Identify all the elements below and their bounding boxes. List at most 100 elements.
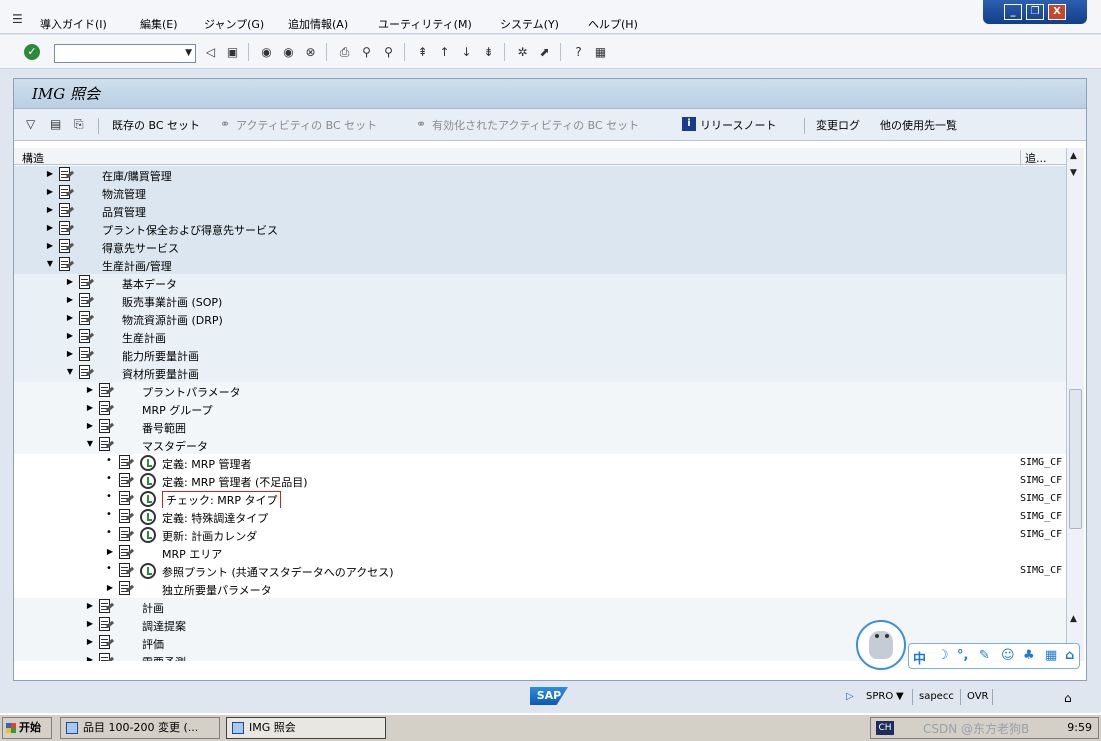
document-icon[interactable]: [58, 221, 75, 237]
tree-node-label[interactable]: 番号範囲: [142, 420, 186, 436]
execute-clock-icon[interactable]: [140, 473, 156, 489]
layout-menu-icon[interactable]: ▦: [592, 44, 609, 61]
tree-node-label[interactable]: 調達提案: [142, 618, 186, 634]
collapse-triangle-icon[interactable]: ▼: [46, 259, 54, 268]
ime-avatar[interactable]: [856, 620, 906, 670]
menu-help[interactable]: ヘルプ(H): [588, 16, 638, 32]
change-log-button[interactable]: 変更ログ: [816, 117, 860, 133]
tree-node[interactable]: ▼ マスタデータ: [14, 436, 1066, 454]
expand-triangle-icon[interactable]: ▶: [86, 385, 94, 394]
document-icon[interactable]: [98, 635, 115, 651]
close-button[interactable]: X: [1048, 4, 1066, 20]
document-icon[interactable]: [78, 311, 95, 327]
next-page-icon[interactable]: ↓: [458, 44, 475, 61]
expand-triangle-icon[interactable]: ▶: [106, 547, 114, 556]
tree-node-label[interactable]: 計画: [142, 600, 164, 616]
tree-node[interactable]: ▶ 基本データ: [14, 274, 1066, 292]
document-icon[interactable]: [78, 329, 95, 345]
lock-icon[interactable]: ⌂: [1065, 648, 1074, 663]
tree-node-label[interactable]: 資材所要量計画: [122, 366, 199, 382]
start-button[interactable]: 开始: [2, 717, 52, 739]
find-icon[interactable]: ⚲: [358, 44, 375, 61]
document-icon[interactable]: [98, 617, 115, 633]
menu-list-icon[interactable]: ☰: [12, 12, 23, 26]
chevron-down-icon[interactable]: ▼: [896, 691, 904, 702]
first-page-icon[interactable]: ⇞: [414, 44, 431, 61]
scroll-down-icon[interactable]: ▼: [1070, 168, 1077, 178]
tree-node[interactable]: ▶ 独立所要量パラメータ: [14, 580, 1066, 598]
cancel-icon[interactable]: ⊗: [302, 44, 319, 61]
punctuation-icon[interactable]: °,: [957, 648, 968, 663]
document-icon[interactable]: [58, 185, 75, 201]
tree-node-label[interactable]: MRP エリア: [162, 546, 222, 562]
expand-triangle-icon[interactable]: ▶: [86, 403, 94, 412]
document-icon[interactable]: [78, 347, 95, 363]
tree-node-label[interactable]: 販売事業計画 (SOP): [122, 294, 222, 310]
execute-clock-icon[interactable]: [140, 509, 156, 525]
tree-node-label[interactable]: マスタデータ: [142, 438, 208, 454]
menu-goto[interactable]: ジャンプ(G): [204, 16, 264, 32]
tree-node[interactable]: ▶ MRP エリア: [14, 544, 1066, 562]
document-icon[interactable]: [78, 293, 95, 309]
expand-triangle-icon[interactable]: ▶: [46, 169, 54, 178]
document-icon[interactable]: [118, 563, 135, 579]
tree-node[interactable]: ▶ 能力所要量計画: [14, 346, 1066, 364]
tree-node-label[interactable]: 独立所要量パラメータ: [162, 582, 272, 598]
document-icon[interactable]: [78, 275, 95, 291]
taskbar-item-material-change[interactable]: 品目 100-200 変更 (...: [60, 717, 220, 739]
find-next-icon[interactable]: ⚲: [380, 44, 397, 61]
transaction-code[interactable]: SPRO: [866, 691, 893, 702]
command-field[interactable]: ▼: [54, 44, 196, 63]
shortcut-icon[interactable]: ⬈: [536, 44, 553, 61]
shirt-icon[interactable]: ♣: [1023, 648, 1035, 663]
collapse-triangle-icon[interactable]: ▼: [66, 367, 74, 376]
tree-node-label[interactable]: 品質管理: [102, 204, 146, 220]
execute-clock-icon[interactable]: [140, 527, 156, 543]
tree-node[interactable]: ▶ 物流管理: [14, 184, 1066, 202]
document-icon[interactable]: [118, 473, 135, 489]
tree-node[interactable]: ▶ 販売事業計画 (SOP): [14, 292, 1066, 310]
tree-node[interactable]: • 更新: 計画カレンダ SIMG_CF: [14, 526, 1066, 544]
restore-button[interactable]: ❐: [1026, 4, 1044, 20]
new-session-icon[interactable]: ✲: [514, 44, 531, 61]
expand-triangle-icon[interactable]: ▶: [46, 205, 54, 214]
expand-triangle-icon[interactable]: ▶: [66, 331, 74, 340]
enter-check-icon[interactable]: ✓: [24, 44, 40, 60]
where-used-list-button[interactable]: 他の使用先一覧: [880, 117, 957, 133]
grid-icon[interactable]: ▦: [1045, 648, 1057, 663]
tree-node[interactable]: ▶ 物流資源計画 (DRP): [14, 310, 1066, 328]
tree-node-label[interactable]: 定義: 特殊調達タイプ: [162, 510, 268, 526]
ime-mode-toggle[interactable]: 中: [913, 648, 926, 667]
exit-icon[interactable]: ◉: [280, 44, 297, 61]
tree-node-label[interactable]: MRP グループ: [142, 402, 213, 418]
document-icon[interactable]: [98, 383, 115, 399]
tree-node-label[interactable]: プラントパラメータ: [142, 384, 241, 400]
smiley-icon[interactable]: ☺: [1001, 648, 1015, 663]
expand-triangle-icon[interactable]: ▶: [66, 295, 74, 304]
tree-node-label[interactable]: 基本データ: [122, 276, 177, 292]
expand-triangle-icon[interactable]: ▶: [86, 637, 94, 646]
expand-triangle-icon[interactable]: ▶: [86, 421, 94, 430]
tree-node-label[interactable]: 物流管理: [102, 186, 146, 202]
column-structure[interactable]: 構造: [22, 150, 44, 166]
vertical-scrollbar[interactable]: ▲ ▼ ▲: [1066, 148, 1084, 661]
menu-guide[interactable]: 導入ガイド(I): [40, 16, 107, 32]
expand-triangle-icon[interactable]: ▶: [66, 277, 74, 286]
command-input[interactable]: [55, 45, 175, 62]
execute-clock-icon[interactable]: [140, 491, 156, 507]
document-icon[interactable]: [58, 203, 75, 219]
tree-node-label[interactable]: チェック: MRP タイプ: [162, 491, 282, 509]
status-toggle-icon[interactable]: ▷: [846, 691, 854, 702]
document-icon[interactable]: [118, 527, 135, 543]
document-icon[interactable]: [118, 491, 135, 507]
tree-node[interactable]: ▼ 生産計画/管理: [14, 256, 1066, 274]
execute-clock-icon[interactable]: [140, 563, 156, 579]
expand-all-icon[interactable]: ▽: [26, 117, 35, 131]
expand-triangle-icon[interactable]: ▶: [106, 583, 114, 592]
tree-node-label[interactable]: 評価: [142, 636, 164, 652]
document-icon[interactable]: [58, 167, 75, 183]
input-mode[interactable]: OVR: [967, 691, 988, 702]
document-icon[interactable]: [98, 653, 115, 661]
tree-node[interactable]: ▼ 資材所要量計画: [14, 364, 1066, 382]
tree-node-label[interactable]: 在庫/購買管理: [102, 168, 172, 184]
